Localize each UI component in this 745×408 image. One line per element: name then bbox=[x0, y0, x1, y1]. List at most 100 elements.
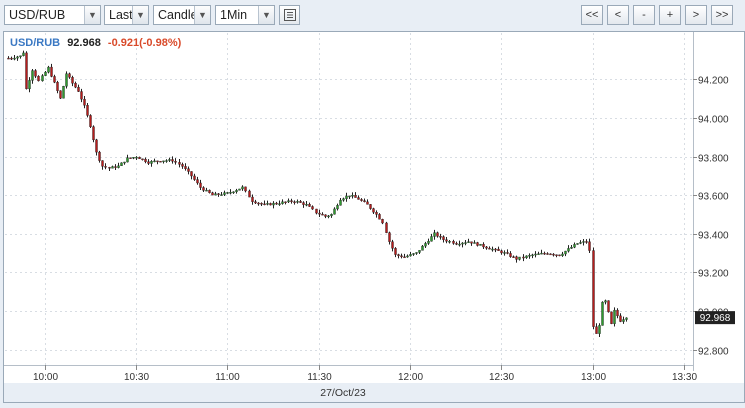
candle-down bbox=[7, 57, 10, 60]
chart-type-select[interactable]: Candle ▼ bbox=[153, 5, 211, 25]
candle-down bbox=[445, 239, 448, 242]
candle-up bbox=[238, 188, 241, 191]
candle-up bbox=[28, 80, 31, 90]
chart-area[interactable]: 94.20094.00093.80093.60093.40093.20093.0… bbox=[3, 31, 745, 403]
candle-down bbox=[187, 168, 190, 172]
candle-up bbox=[162, 160, 165, 163]
candle-down bbox=[114, 166, 117, 168]
candle-up bbox=[561, 253, 564, 256]
candle-up bbox=[424, 243, 427, 247]
candle-down bbox=[196, 179, 199, 184]
symbol-select[interactable]: USD/RUB ▼ bbox=[4, 5, 101, 25]
candle-up bbox=[461, 242, 464, 245]
chart-header: USD/RUB 92.968 -0.921(-0.98%) bbox=[10, 37, 182, 49]
chevron-down-icon[interactable]: ▼ bbox=[132, 6, 148, 24]
candle-up bbox=[330, 214, 333, 217]
candle-up bbox=[534, 253, 537, 256]
candle-up bbox=[229, 192, 232, 194]
date-label: 27/Oct/23 bbox=[320, 387, 366, 399]
candle-up bbox=[573, 244, 576, 248]
zoom-in-button[interactable]: + bbox=[659, 5, 681, 25]
candle-up bbox=[117, 165, 120, 168]
candle-down bbox=[104, 166, 107, 168]
candle-down bbox=[372, 208, 375, 213]
candle-up bbox=[473, 242, 476, 244]
candle-up bbox=[342, 198, 345, 201]
candle-up bbox=[168, 159, 171, 161]
candle-up bbox=[409, 254, 412, 257]
candle-down bbox=[190, 171, 193, 177]
candle-up bbox=[132, 157, 135, 159]
candle-down bbox=[144, 158, 147, 162]
candle-down bbox=[257, 202, 260, 205]
candle-down bbox=[476, 242, 479, 246]
symbol-select-value: USD/RUB bbox=[9, 8, 66, 22]
nav-first-button[interactable]: << bbox=[581, 5, 603, 25]
candle-up bbox=[305, 204, 308, 206]
price-type-select[interactable]: Last ▼ bbox=[104, 5, 149, 25]
header-change: -0.921(-0.98%) bbox=[108, 37, 182, 49]
candle-down bbox=[174, 161, 177, 163]
nav-last-button[interactable]: >> bbox=[711, 5, 733, 25]
candle-down bbox=[485, 246, 488, 249]
candle-up bbox=[220, 194, 223, 196]
candle-down bbox=[10, 57, 13, 60]
candle-up bbox=[44, 71, 47, 76]
header-symbol: USD/RUB bbox=[10, 37, 60, 49]
table-view-button[interactable] bbox=[279, 5, 300, 25]
candle-down bbox=[506, 252, 509, 254]
candle-up bbox=[415, 252, 418, 254]
candle-up bbox=[241, 186, 244, 190]
candle-down bbox=[509, 253, 512, 257]
y-tick-label: 94.200 bbox=[698, 76, 729, 87]
candle-down bbox=[619, 315, 622, 322]
candle-down bbox=[366, 201, 369, 205]
interval-value: 1Min bbox=[220, 8, 248, 22]
x-tick-label: 12:00 bbox=[398, 372, 423, 383]
candle-up bbox=[345, 195, 348, 199]
candle-down bbox=[369, 204, 372, 209]
candle-down bbox=[263, 203, 266, 206]
candle-down bbox=[37, 75, 40, 82]
candle-down bbox=[388, 232, 391, 242]
candle-down bbox=[318, 212, 321, 215]
candle-down bbox=[178, 162, 181, 165]
candle-up bbox=[223, 192, 226, 195]
candle-down bbox=[95, 139, 98, 153]
nav-prev-button[interactable]: < bbox=[607, 5, 629, 25]
chevron-down-icon[interactable]: ▼ bbox=[194, 6, 210, 24]
candle-up bbox=[150, 161, 153, 164]
candle-down bbox=[92, 126, 95, 141]
candle-down bbox=[610, 311, 613, 324]
candle-down bbox=[25, 52, 28, 90]
x-tick-label: 13:00 bbox=[581, 372, 606, 383]
price-chart[interactable]: 94.20094.00093.80093.60093.40093.20093.0… bbox=[3, 31, 745, 403]
candle-up bbox=[625, 317, 628, 320]
candle-up bbox=[467, 241, 470, 243]
candle-up bbox=[266, 203, 269, 205]
candle-down bbox=[199, 182, 202, 188]
candle-down bbox=[171, 159, 174, 162]
candle-down bbox=[208, 189, 211, 193]
candle-down bbox=[324, 214, 327, 217]
candle-down bbox=[68, 73, 71, 78]
zoom-out-button[interactable]: - bbox=[633, 5, 655, 25]
candle-up bbox=[16, 56, 19, 59]
candle-down bbox=[260, 203, 263, 205]
candle-down bbox=[512, 256, 515, 258]
date-band bbox=[4, 383, 744, 402]
candle-up bbox=[126, 157, 129, 163]
candle-down bbox=[452, 241, 455, 244]
candle-up bbox=[503, 252, 506, 254]
candle-down bbox=[269, 203, 272, 206]
candle-down bbox=[184, 166, 187, 169]
candle-down bbox=[592, 250, 595, 327]
chevron-down-icon[interactable]: ▼ bbox=[84, 6, 100, 24]
interval-select[interactable]: 1Min ▼ bbox=[215, 5, 275, 25]
candle-down bbox=[363, 200, 366, 203]
nav-next-button[interactable]: > bbox=[685, 5, 707, 25]
candle-down bbox=[290, 200, 293, 202]
chevron-down-icon[interactable]: ▼ bbox=[258, 6, 274, 24]
candle-up bbox=[327, 215, 330, 218]
candle-up bbox=[579, 242, 582, 244]
